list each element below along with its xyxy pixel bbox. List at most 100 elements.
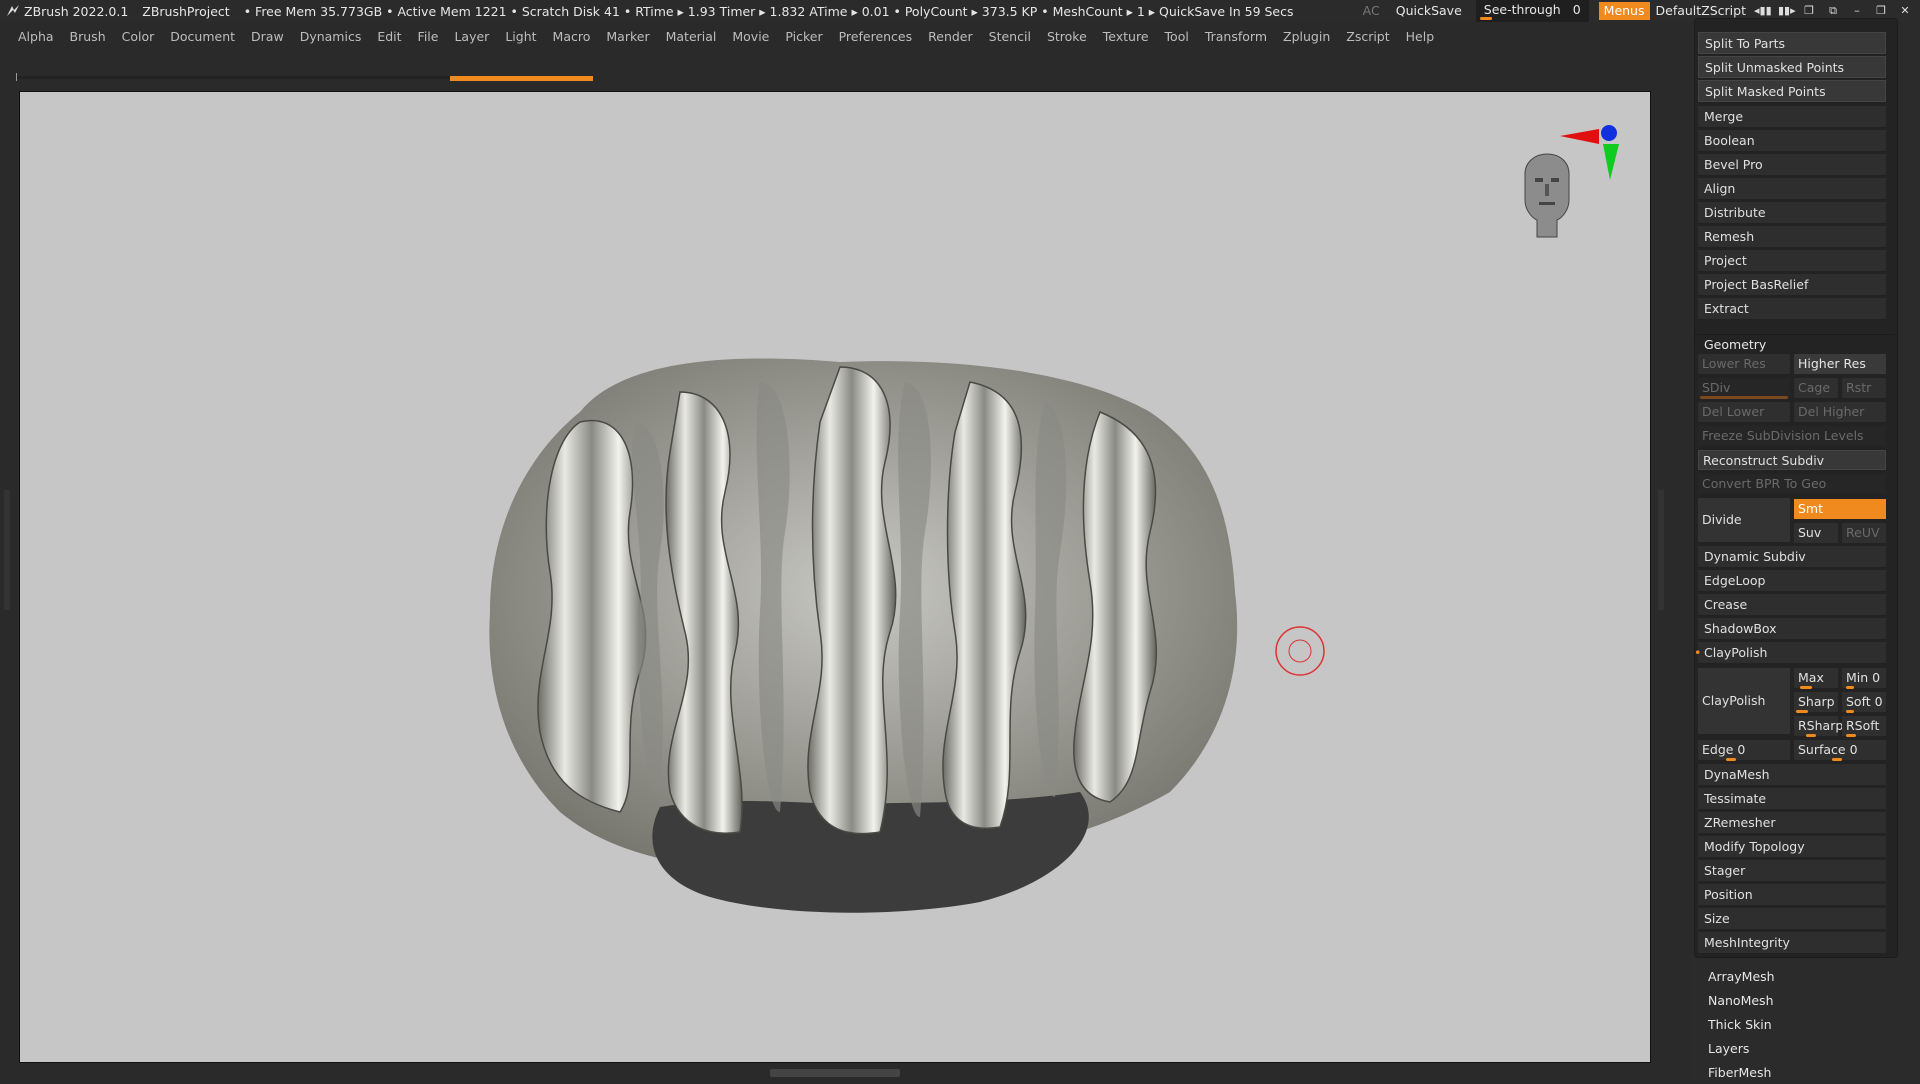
close-icon[interactable]: ✕ bbox=[1898, 5, 1912, 17]
thick-skin-section[interactable]: Thick Skin bbox=[1708, 1014, 1772, 1036]
merge-item[interactable]: Merge bbox=[1698, 106, 1886, 128]
menu-alpha[interactable]: Alpha bbox=[10, 29, 62, 44]
reuv-button[interactable]: ReUV bbox=[1842, 523, 1886, 543]
project-basrelief-item[interactable]: Project BasRelief bbox=[1698, 274, 1886, 296]
menu-render[interactable]: Render bbox=[920, 29, 981, 44]
minimize-icon[interactable]: – bbox=[1850, 5, 1864, 17]
max-slider[interactable]: Max 25 bbox=[1794, 668, 1838, 705]
bevel-pro-item[interactable]: Bevel Pro bbox=[1698, 154, 1886, 176]
edge-slider-bar bbox=[1726, 758, 1736, 761]
higher-res-button[interactable]: Higher Res bbox=[1794, 354, 1886, 374]
rstr-button[interactable]: Rstr bbox=[1842, 378, 1886, 398]
menu-draw[interactable]: Draw bbox=[243, 29, 292, 44]
menu-document[interactable]: Document bbox=[162, 29, 243, 44]
menu-marker[interactable]: Marker bbox=[598, 29, 657, 44]
restore-icon[interactable]: ❐ bbox=[1874, 5, 1888, 17]
shadowbox-item[interactable]: ShadowBox bbox=[1698, 618, 1886, 640]
see-through-label: See-through bbox=[1483, 2, 1561, 17]
quicksave-button[interactable]: QuickSave bbox=[1388, 0, 1470, 22]
tessimate-item[interactable]: Tessimate bbox=[1698, 788, 1886, 810]
arraymesh-section[interactable]: ArrayMesh bbox=[1708, 966, 1775, 988]
sharp-slider[interactable]: Sharp bbox=[1794, 692, 1838, 712]
menu-zplugin[interactable]: Zplugin bbox=[1275, 29, 1338, 44]
stager-item[interactable]: Stager bbox=[1698, 860, 1886, 882]
smt-toggle[interactable]: Smt bbox=[1794, 499, 1886, 519]
ac-button[interactable]: AC bbox=[1355, 0, 1388, 22]
distribute-item[interactable]: Distribute bbox=[1698, 202, 1886, 224]
menu-picker[interactable]: Picker bbox=[777, 29, 830, 44]
nanomesh-section[interactable]: NanoMesh bbox=[1708, 990, 1774, 1012]
canvas-viewport[interactable] bbox=[19, 91, 1651, 1063]
menu-texture[interactable]: Texture bbox=[1095, 29, 1157, 44]
dynamic-subdiv-item[interactable]: Dynamic Subdiv bbox=[1698, 546, 1886, 568]
menu-brush[interactable]: Brush bbox=[62, 29, 114, 44]
del-lower-button[interactable]: Del Lower bbox=[1698, 402, 1790, 422]
left-shelf-handle[interactable] bbox=[4, 490, 10, 610]
suv-toggle[interactable]: Suv bbox=[1794, 523, 1838, 543]
rsoft-slider[interactable]: RSoft 5 bbox=[1842, 716, 1886, 753]
del-higher-button[interactable]: Del Higher bbox=[1794, 402, 1886, 422]
menus-button[interactable]: Menus bbox=[1598, 2, 1650, 20]
claypolish-button[interactable]: ClayPolish bbox=[1698, 668, 1790, 734]
layout-left-icon[interactable]: ◂▮▮ bbox=[1754, 5, 1772, 17]
menu-stroke[interactable]: Stroke bbox=[1039, 29, 1095, 44]
size-item[interactable]: Size bbox=[1698, 908, 1886, 930]
menu-dynamics[interactable]: Dynamics bbox=[292, 29, 370, 44]
menu-color[interactable]: Color bbox=[114, 29, 163, 44]
modify-topology-item[interactable]: Modify Topology bbox=[1698, 836, 1886, 858]
sdiv-slider[interactable]: SDiv bbox=[1698, 378, 1790, 398]
menu-light[interactable]: Light bbox=[497, 29, 544, 44]
menu-edit[interactable]: Edit bbox=[369, 29, 409, 44]
zremesher-item[interactable]: ZRemesher bbox=[1698, 812, 1886, 834]
align-item[interactable]: Align bbox=[1698, 178, 1886, 200]
menu-material[interactable]: Material bbox=[658, 29, 725, 44]
menu-movie[interactable]: Movie bbox=[724, 29, 777, 44]
convert-bpr-button[interactable]: Convert BPR To Geo bbox=[1698, 474, 1886, 494]
split-masked-points-button[interactable]: Split Masked Points bbox=[1698, 80, 1886, 102]
swap-window-icon[interactable]: ⧉ bbox=[1826, 5, 1840, 17]
menu-layer[interactable]: Layer bbox=[446, 29, 497, 44]
layers-section[interactable]: Layers bbox=[1708, 1038, 1749, 1060]
menu-preferences[interactable]: Preferences bbox=[831, 29, 921, 44]
brush-cursor bbox=[1275, 626, 1325, 676]
crease-item[interactable]: Crease bbox=[1698, 594, 1886, 616]
project-item[interactable]: Project bbox=[1698, 250, 1886, 272]
menu-transform[interactable]: Transform bbox=[1197, 29, 1275, 44]
menu-stencil[interactable]: Stencil bbox=[981, 29, 1039, 44]
edge-slider[interactable]: Edge 0 bbox=[1698, 740, 1790, 760]
divide-button[interactable]: Divide bbox=[1698, 498, 1790, 542]
cage-button[interactable]: Cage bbox=[1794, 378, 1838, 398]
fibermesh-section[interactable]: FiberMesh bbox=[1708, 1062, 1771, 1084]
layout-right-icon[interactable]: ▮▮▸ bbox=[1778, 5, 1796, 17]
rsoft-slider-bar bbox=[1846, 734, 1856, 737]
freeze-subdivision-button[interactable]: Freeze SubDivision Levels bbox=[1698, 426, 1886, 446]
copy-window-icon[interactable]: ❐ bbox=[1802, 5, 1816, 17]
sculpt-mesh[interactable] bbox=[489, 358, 1238, 913]
soft-slider[interactable]: Soft 0 bbox=[1842, 692, 1886, 712]
right-shelf-handle[interactable] bbox=[1658, 490, 1664, 610]
meshintegrity-item[interactable]: MeshIntegrity bbox=[1698, 932, 1886, 954]
min-slider[interactable]: Min 0 bbox=[1842, 668, 1886, 688]
menu-zscript[interactable]: Zscript bbox=[1338, 29, 1397, 44]
menu-macro[interactable]: Macro bbox=[545, 29, 599, 44]
surface-slider[interactable]: Surface 0 bbox=[1794, 740, 1886, 760]
lower-res-button[interactable]: Lower Res bbox=[1698, 354, 1790, 374]
dynamesh-item[interactable]: DynaMesh bbox=[1698, 764, 1886, 786]
claypolish-header[interactable]: • ClayPolish bbox=[1694, 642, 1886, 664]
edgeloop-item[interactable]: EdgeLoop bbox=[1698, 570, 1886, 592]
menu-file[interactable]: File bbox=[410, 29, 447, 44]
remesh-item[interactable]: Remesh bbox=[1698, 226, 1886, 248]
orientation-head-icon[interactable] bbox=[1524, 153, 1570, 238]
reconstruct-subdiv-button[interactable]: Reconstruct Subdiv bbox=[1698, 450, 1886, 470]
extract-item[interactable]: Extract bbox=[1698, 298, 1886, 320]
menu-tool[interactable]: Tool bbox=[1157, 29, 1197, 44]
bottom-shelf-handle[interactable] bbox=[770, 1069, 900, 1077]
geometry-header[interactable]: Geometry bbox=[1704, 337, 1766, 352]
menu-help[interactable]: Help bbox=[1398, 29, 1443, 44]
see-through-slider[interactable]: See-through 0 bbox=[1475, 0, 1589, 22]
position-item[interactable]: Position bbox=[1698, 884, 1886, 906]
boolean-item[interactable]: Boolean bbox=[1698, 130, 1886, 152]
split-to-parts-button[interactable]: Split To Parts bbox=[1698, 32, 1886, 54]
split-unmasked-points-button[interactable]: Split Unmasked Points bbox=[1698, 56, 1886, 78]
rsharp-slider[interactable]: RSharp bbox=[1794, 716, 1843, 736]
